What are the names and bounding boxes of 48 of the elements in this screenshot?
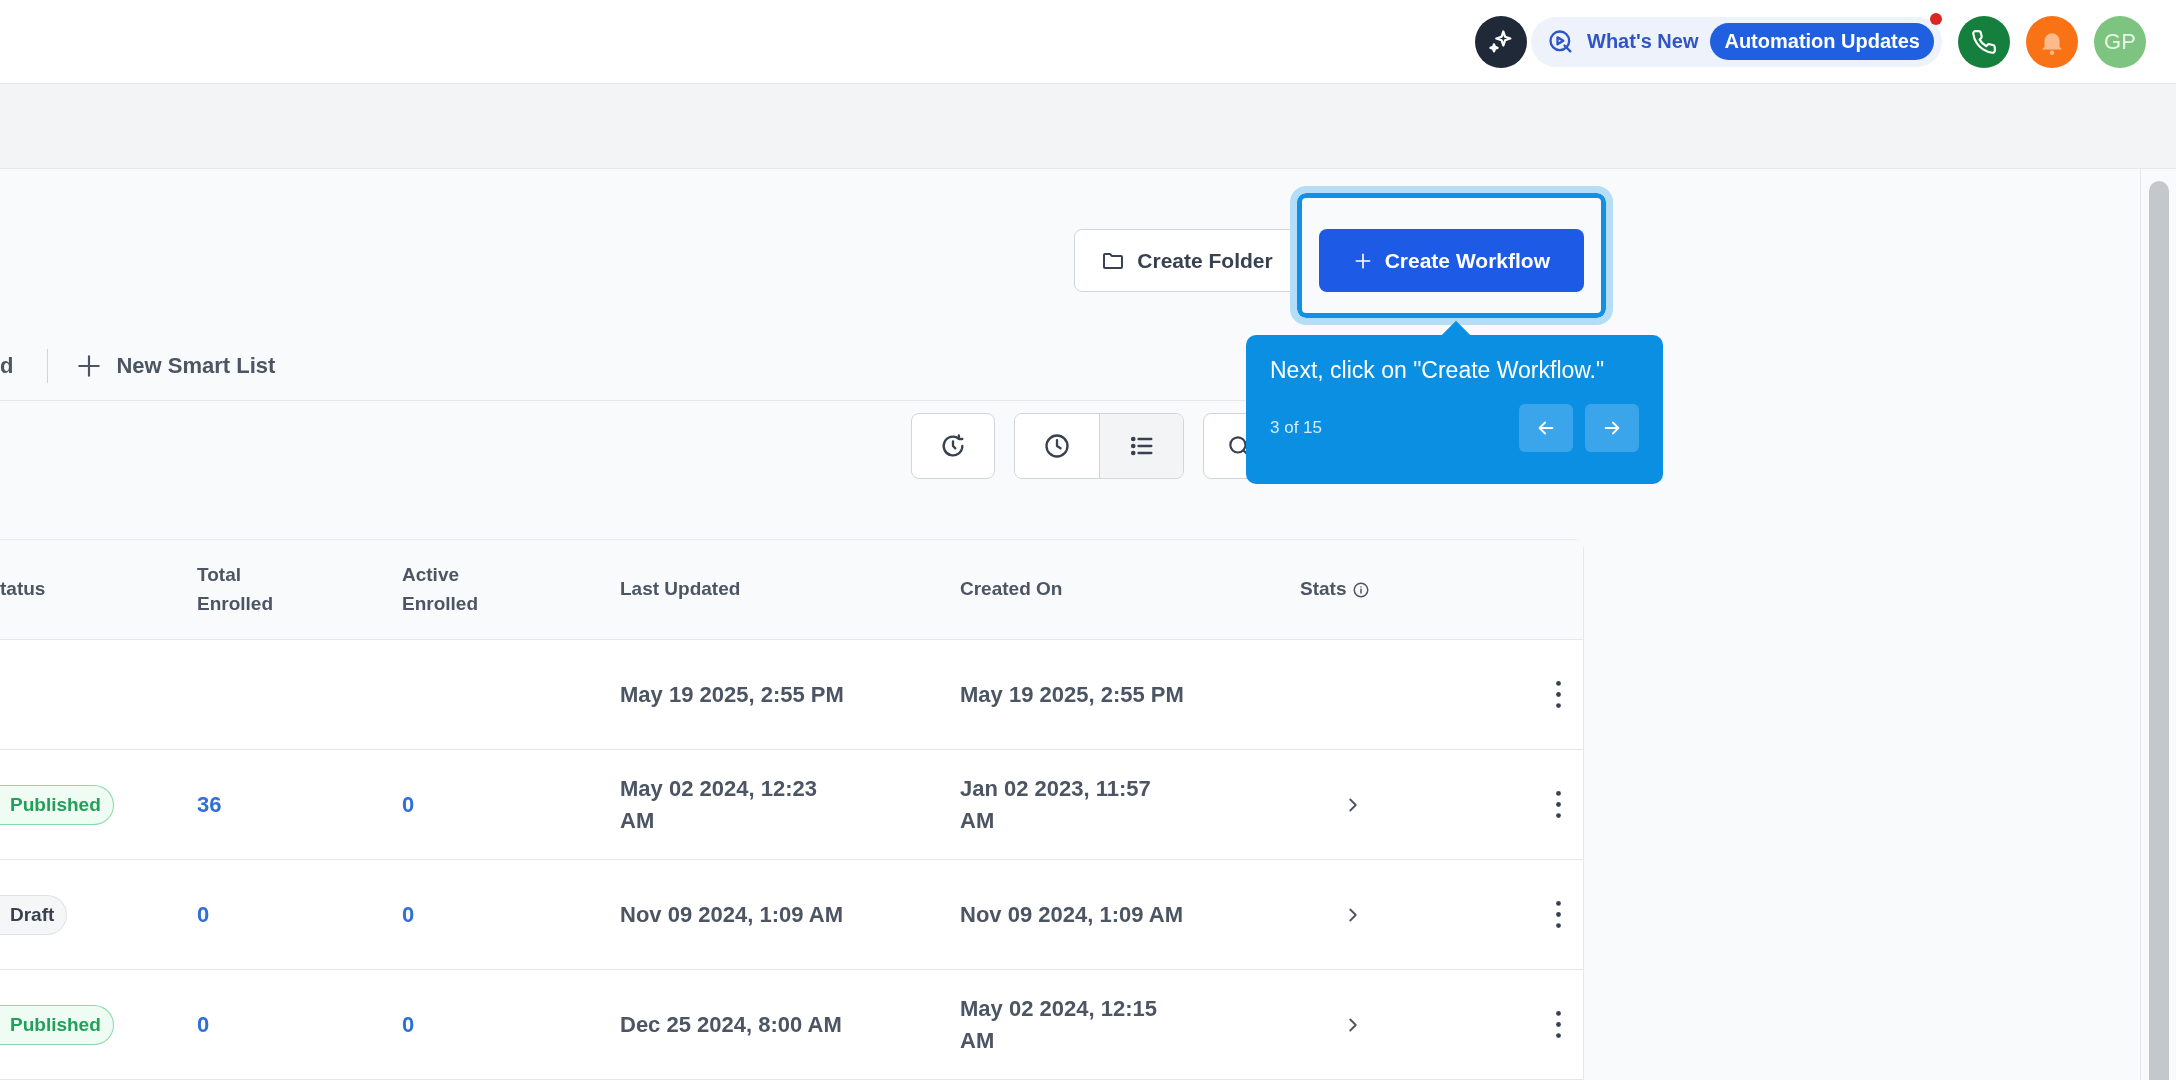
active-enrolled-link[interactable]: 0 xyxy=(402,1011,415,1038)
active-enrolled-link[interactable]: 0 xyxy=(402,791,415,818)
plus-icon xyxy=(76,353,103,379)
active-enrolled-link[interactable]: 0 xyxy=(402,901,415,928)
status-badge: Draft xyxy=(0,894,68,935)
column-header: tatus xyxy=(0,577,47,602)
clock-icon xyxy=(1043,432,1071,460)
phone-icon xyxy=(1971,28,1997,55)
view-toggle-button[interactable] xyxy=(1099,414,1183,478)
table-cell-text: Nov 09 2024, 1:09 AM xyxy=(960,900,1184,929)
new-smart-list-button[interactable]: New Smart List xyxy=(76,353,276,379)
table-cell-text: May 19 2025, 2:55 PM xyxy=(960,680,1185,709)
ai-assistant-button[interactable] xyxy=(1475,15,1527,68)
scrollbar-thumb[interactable] xyxy=(2148,181,2169,1080)
whats-new-button[interactable]: What's New xyxy=(1547,27,1699,56)
phone-button[interactable] xyxy=(1958,15,2010,68)
total-enrolled-link[interactable]: 0 xyxy=(197,1011,210,1038)
table-cell-text: Nov 09 2024, 1:09 AM xyxy=(620,900,844,929)
kebab-icon xyxy=(1555,1011,1562,1038)
more-options-button[interactable] xyxy=(1555,1011,1562,1038)
table-cell-text: Dec 25 2024, 8:00 AM xyxy=(620,1010,843,1039)
total-enrolled-link[interactable]: 36 xyxy=(197,791,222,818)
tooltip-text: Next, click on "Create Workflow." xyxy=(1270,357,1606,384)
step-counter: 3 of 15 xyxy=(1270,418,1323,438)
column-header: Total Enrolled xyxy=(197,563,274,616)
automation-updates-badge[interactable]: Automation Updates xyxy=(1710,23,1934,60)
more-options-button[interactable] xyxy=(1555,681,1562,708)
kebab-icon xyxy=(1555,791,1562,818)
table-cell-text: May 02 2024, 12:15 AM xyxy=(960,994,1158,1055)
column-header: Stats xyxy=(1300,575,1489,604)
create-workflow-button[interactable]: Create Workflow xyxy=(1318,229,1584,292)
column-header: Created On xyxy=(960,577,1064,602)
history-button[interactable] xyxy=(911,413,995,479)
info-icon xyxy=(1352,580,1371,599)
more-options-button[interactable] xyxy=(1555,791,1562,818)
kebab-icon xyxy=(1555,681,1562,708)
total-enrolled-link[interactable]: 0 xyxy=(197,901,210,928)
kebab-icon xyxy=(1555,901,1562,928)
table-cell-text: Jan 02 2023, 11:57 AM xyxy=(960,774,1152,835)
status-badge: Published xyxy=(0,1004,114,1045)
status-badge: Published xyxy=(0,784,114,825)
notifications-button[interactable] xyxy=(2026,15,2078,68)
column-header: Last Updated xyxy=(620,577,742,602)
table-cell-text: May 02 2024, 12:23 AM xyxy=(620,774,818,835)
table-cell-text: May 19 2025, 2:55 PM xyxy=(620,680,845,709)
list-tab[interactable]: d xyxy=(0,353,14,379)
more-options-button[interactable] xyxy=(1555,901,1562,928)
column-header: Active Enrolled xyxy=(402,563,479,616)
